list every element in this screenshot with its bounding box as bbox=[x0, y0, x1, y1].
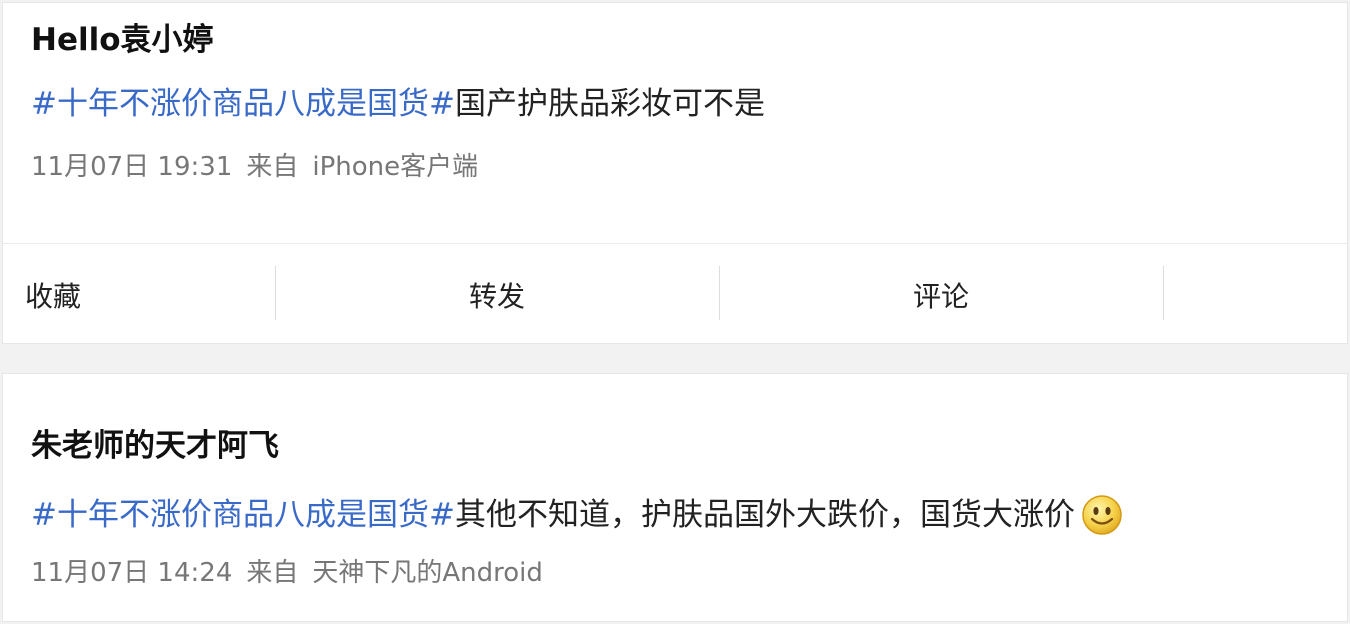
action-divider bbox=[719, 266, 720, 320]
post-meta: 11月07日 14:24 来自 天神下凡的Android bbox=[31, 560, 543, 586]
post-content: #十年不涨价商品八成是国货# 国产护肤品彩妆可不是 bbox=[31, 89, 765, 120]
repost-button[interactable]: 转发 bbox=[469, 244, 525, 345]
post-card: 朱老师的天才阿飞 #十年不涨价商品八成是国货# 其他不知道，护肤品国外大跌价，国… bbox=[2, 373, 1348, 622]
topic-link[interactable]: #十年不涨价商品八成是国货# bbox=[31, 499, 455, 531]
action-bar: 收藏 转发 评论 bbox=[3, 243, 1347, 345]
post-time[interactable]: 11月07日 19:31 bbox=[31, 154, 232, 180]
post-meta: 11月07日 19:31 来自 iPhone客户端 bbox=[31, 154, 478, 180]
action-divider bbox=[1163, 266, 1164, 320]
post-text: 国产护肤品彩妆可不是 bbox=[454, 86, 765, 122]
topic-link[interactable]: #十年不涨价商品八成是国货# bbox=[31, 89, 455, 120]
action-divider bbox=[275, 266, 276, 320]
post-source: iPhone客户端 bbox=[312, 152, 479, 182]
post-content: #十年不涨价商品八成是国货# 其他不知道，护肤品国外大跌价，国货大涨价 bbox=[31, 494, 1123, 536]
source-prefix: 来自 bbox=[246, 152, 299, 182]
smile-emoji-icon bbox=[1081, 494, 1123, 536]
post-card: Hello袁小婷 #十年不涨价商品八成是国货# 国产护肤品彩妆可不是 11月07… bbox=[2, 2, 1348, 344]
post-time[interactable]: 11月07日 14:24 bbox=[31, 560, 232, 586]
post-source: 天神下凡的Android bbox=[312, 558, 543, 588]
comment-button[interactable]: 评论 bbox=[913, 244, 969, 345]
source-prefix: 来自 bbox=[246, 558, 299, 588]
post-text: 其他不知道，护肤品国外大跌价，国货大涨价 bbox=[454, 496, 1075, 533]
post-author[interactable]: Hello袁小婷 bbox=[31, 25, 214, 56]
post-author[interactable]: 朱老师的天才阿飞 bbox=[31, 431, 279, 462]
favorite-button[interactable]: 收藏 bbox=[25, 244, 81, 345]
